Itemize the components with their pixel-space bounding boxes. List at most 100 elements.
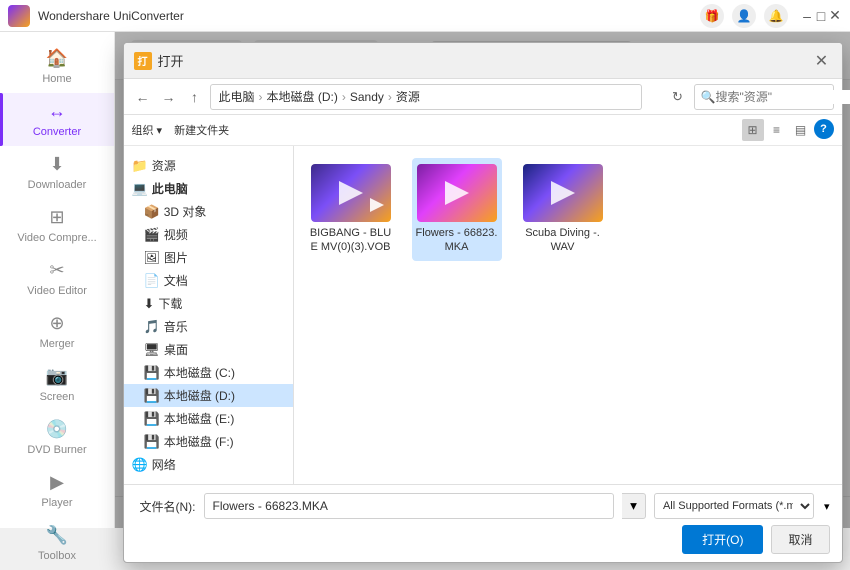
tree-item-3d[interactable]: 📦 3D 对象 (124, 200, 293, 223)
tree-item-disk-e[interactable]: 💾 本地磁盘 (E:) (124, 407, 293, 430)
close-button[interactable]: ✕ (828, 9, 842, 23)
bell-icon[interactable]: 🔔 (764, 4, 788, 28)
sidebar-item-screen-label: Screen (40, 391, 75, 403)
tree-item-disk-d-label: 本地磁盘 (D:) (164, 387, 235, 404)
ws-logo-scuba (545, 175, 581, 211)
disk-e-icon: 💾 (144, 411, 160, 427)
content-area: 📄+ 添加文件 ▾ 🔍+ 添加文件夹 ▾ Converting Finished… (115, 32, 850, 528)
tree-item-pictures[interactable]: 🖼 图片 (124, 246, 293, 269)
sidebar-item-converter[interactable]: ↔ Converter (0, 93, 114, 146)
network-icon: 🌐 (132, 457, 148, 473)
downloader-icon: ⬇ (49, 154, 64, 175)
sidebar-item-player[interactable]: ▶ Player (0, 464, 114, 517)
merger-icon: ⊕ (49, 313, 64, 334)
view-icons: ⊞ ≡ ▤ ? (742, 119, 834, 141)
tree-item-resources-label: 资源 (152, 157, 176, 174)
cancel-button[interactable]: 取消 (771, 525, 829, 554)
format-dropdown-icon: ▾ (824, 500, 830, 513)
new-folder-button[interactable]: 新建文件夹 (168, 120, 235, 140)
tree-item-downloads[interactable]: ⬇ 下载 (124, 292, 293, 315)
help-button[interactable]: ? (814, 119, 834, 139)
sidebar: 🏠 Home ↔ Converter ⬇ Downloader ⊞ Video … (0, 32, 115, 528)
title-bar-icons: 🎁 👤 🔔 (700, 4, 788, 28)
tree-item-disk-d[interactable]: 💾 本地磁盘 (D:) (124, 384, 293, 407)
tree-item-videos[interactable]: 🎬 视频 (124, 223, 293, 246)
file-item-bigbang[interactable]: BIGBANG - BLUE MV(0)(3).VOB (306, 158, 396, 261)
open-button[interactable]: 打开(O) (682, 525, 763, 554)
breadcrumb-pc[interactable]: 此电脑 (219, 88, 255, 105)
main-layout: 🏠 Home ↔ Converter ⬇ Downloader ⊞ Video … (0, 32, 850, 528)
sidebar-item-dvd-burner[interactable]: 💿 DVD Burner (0, 411, 114, 464)
up-button[interactable]: ↑ (184, 86, 206, 108)
active-bar (0, 93, 3, 146)
tree-item-desktop[interactable]: 🖥 桌面 (124, 338, 293, 361)
format-select[interactable]: All Supported Formats (*.mvf (654, 493, 814, 519)
file-name-flowers: Flowers - 66823.MKA (416, 226, 498, 255)
dialog-titlebar: 打 打开 ✕ (124, 43, 842, 79)
breadcrumb-disk-d[interactable]: 本地磁盘 (D:) (267, 88, 338, 105)
sidebar-item-ve-label: Video Editor (27, 285, 87, 297)
sidebar-item-vc-label: Video Compre... (17, 232, 96, 244)
sidebar-item-converter-label: Converter (33, 126, 81, 138)
breadcrumb-sandy[interactable]: Sandy (350, 90, 384, 104)
sidebar-item-downloader[interactable]: ⬇ Downloader (0, 146, 114, 199)
organize-button[interactable]: 组织 ▾ (132, 122, 163, 138)
back-button[interactable]: ← (132, 86, 154, 108)
ws-logo-bigbang (333, 175, 369, 211)
search-input[interactable] (715, 90, 850, 104)
dialog-overlay: 打 打开 ✕ ← → ↑ 此电脑 › 本地磁盘 (D:) › Sandy › (115, 32, 850, 528)
tree-item-disk-c[interactable]: 💾 本地磁盘 (C:) (124, 361, 293, 384)
filename-input[interactable] (204, 493, 614, 519)
refresh-button[interactable]: ↻ (666, 85, 690, 109)
pictures-icon: 🖼 (144, 250, 161, 266)
view-icon-grid-button[interactable]: ⊞ (742, 119, 764, 141)
minimize-button[interactable]: – (800, 9, 814, 23)
disk-d-icon: 💾 (144, 388, 160, 404)
screen-icon: 📷 (46, 366, 68, 387)
forward-button[interactable]: → (158, 86, 180, 108)
sidebar-item-video-editor[interactable]: ✂ Video Editor (0, 252, 114, 305)
tree-item-resources[interactable]: 📁 资源 (124, 154, 293, 177)
converter-icon: ↔ (48, 101, 66, 122)
file-name-scuba: Scuba Diving -.WAV (522, 226, 604, 255)
edit-icon: ✂ (49, 260, 64, 281)
dialog-close-button[interactable]: ✕ (812, 51, 832, 71)
view-icon-detail-button[interactable]: ▤ (790, 119, 812, 141)
gift-icon[interactable]: 🎁 (700, 4, 724, 28)
file-grid: BIGBANG - BLUE MV(0)(3).VOB (294, 146, 842, 484)
filename-dropdown-button[interactable]: ▾ (622, 493, 646, 519)
sidebar-item-toolbox[interactable]: 🔧 Toolbox (0, 517, 114, 570)
tree-item-pc[interactable]: 💻 此电脑 (124, 177, 293, 200)
file-item-scuba[interactable]: Scuba Diving -.WAV (518, 158, 608, 261)
tree-item-music[interactable]: 🎵 音乐 (124, 315, 293, 338)
dialog-body: 📁 资源 💻 此电脑 📦 3D 对象 (124, 146, 842, 484)
breadcrumb-current[interactable]: 资源 (396, 88, 420, 105)
dialog-title: 打开 (158, 51, 812, 70)
file-item-flowers[interactable]: Flowers - 66823.MKA (412, 158, 502, 261)
sidebar-item-screen-recorder[interactable]: 📷 Screen (0, 358, 114, 411)
tree-item-documents[interactable]: 📄 文档 (124, 269, 293, 292)
dialog-icon: 打 (134, 52, 152, 70)
tree-item-desktop-label: 桌面 (164, 341, 188, 358)
sidebar-item-merger[interactable]: ⊕ Merger (0, 305, 114, 358)
sidebar-item-player-label: Player (41, 497, 72, 509)
tree-item-music-label: 音乐 (164, 318, 188, 335)
ws-logo-flowers (439, 175, 475, 211)
tree-item-network[interactable]: 🌐 网络 (124, 453, 293, 476)
user-icon[interactable]: 👤 (732, 4, 756, 28)
tree-item-documents-label: 文档 (164, 272, 188, 289)
file-thumb-bigbang (311, 164, 391, 222)
maximize-button[interactable]: □ (814, 9, 828, 23)
tree-item-downloads-label: 下载 (158, 295, 182, 312)
app-logo (8, 5, 30, 27)
folder-icon: 📁 (132, 158, 148, 174)
sidebar-item-video-compressor[interactable]: ⊞ Video Compre... (0, 199, 114, 252)
tree-item-disk-f[interactable]: 💾 本地磁盘 (F:) (124, 430, 293, 453)
desktop-icon: 🖥 (144, 342, 161, 358)
dialog-bottom: 文件名(N): ▾ All Supported Formats (*.mvf ▾… (124, 484, 842, 562)
tree-item-disk-c-label: 本地磁盘 (C:) (164, 364, 235, 381)
view-icon-list-button[interactable]: ≡ (766, 119, 788, 141)
filename-row: 文件名(N): ▾ All Supported Formats (*.mvf ▾ (136, 493, 830, 519)
sidebar-item-home[interactable]: 🏠 Home (0, 40, 114, 93)
disk-c-icon: 💾 (144, 365, 160, 381)
